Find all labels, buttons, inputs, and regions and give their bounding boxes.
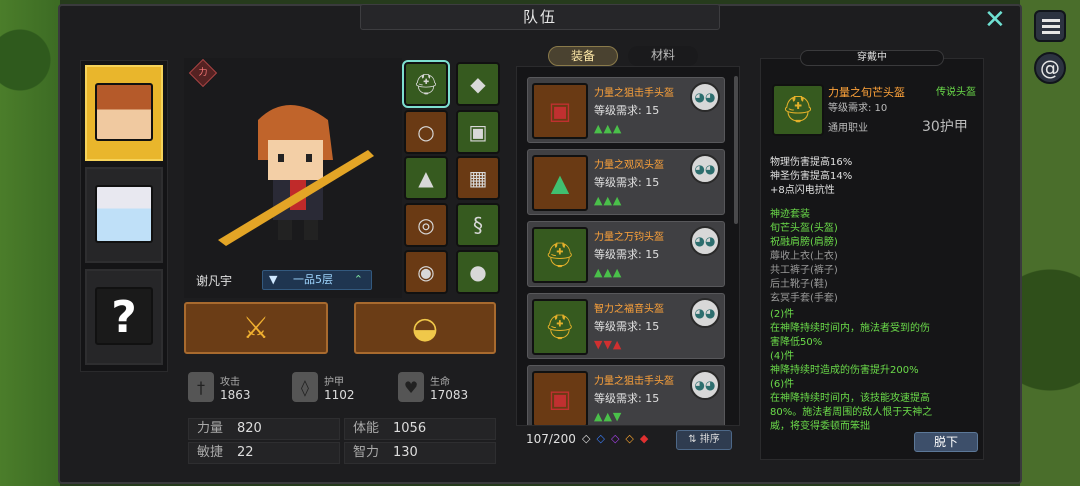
stat-defense: ◊ 护甲 1102 bbox=[292, 372, 355, 402]
rarity-filter[interactable]: ◇◇◇◇◆ bbox=[582, 432, 654, 445]
heart-icon: ♥ bbox=[398, 372, 424, 402]
rank-bar[interactable]: ▼ 一品5层 ⌃ bbox=[262, 270, 372, 290]
equipped-name: 力量之旬芒头盔 bbox=[828, 86, 905, 99]
attr-stamina: 体能 1056 bbox=[344, 418, 496, 440]
gem-white-icon: ◇ bbox=[582, 432, 597, 445]
slot-armor[interactable]: ▦ bbox=[456, 156, 500, 200]
inventory-capacity: 107/200 bbox=[526, 432, 576, 446]
compare-icon[interactable]: ◕◕ bbox=[690, 226, 720, 256]
offhand-slot-button[interactable]: ◒ bbox=[354, 302, 496, 354]
equipped-class: 通用职业 bbox=[828, 123, 868, 134]
rank-icon: ▼ bbox=[269, 273, 278, 286]
compare-icon[interactable]: ◕◕ bbox=[690, 370, 720, 400]
gem-blue-icon: ◇ bbox=[596, 432, 611, 445]
equipped-stats: 物理伤害提高16% 神圣伤害提高14% +8点闪电抗性 bbox=[770, 157, 853, 196]
set-bonus: (2)件 在神降持续时间内，施法者受到的伤 害降低50% (4)件 神降持续时造成的伤… bbox=[770, 309, 933, 432]
list-item[interactable]: ▣ 力量之狙击手头盔 等级需求: 15 ▲▲▼ ◕◕ bbox=[527, 365, 725, 425]
hamburger-menu-icon[interactable] bbox=[1034, 10, 1066, 42]
helmet-icon: ▣ bbox=[532, 371, 588, 425]
slot-chest[interactable]: ▣ bbox=[456, 110, 500, 154]
helmet-icon: ▲ bbox=[532, 155, 588, 211]
question-icon: ? bbox=[95, 287, 153, 345]
compare-icon[interactable]: ◕◕ bbox=[690, 154, 720, 184]
item-list[interactable]: ▣ 力量之狙击手头盔 等级需求: 15 ▲▲▲ ◕◕ ▲ 力量之观风头盔 等级需… bbox=[516, 66, 740, 426]
swirl-icon[interactable]: @ bbox=[1034, 52, 1066, 84]
slot-necklace[interactable]: ○ bbox=[404, 110, 448, 154]
hero-portrait-red-hair bbox=[95, 83, 153, 141]
tab-material[interactable]: 材料 bbox=[628, 46, 698, 66]
helmet-icon: ⛑ bbox=[532, 299, 588, 355]
equipped-req: 等级需求: 10 bbox=[828, 103, 888, 114]
slot-shoulder[interactable]: ◆ bbox=[456, 62, 500, 106]
helmet-icon: ⛑ bbox=[532, 227, 588, 283]
character-name: 谢凡宇 bbox=[196, 274, 233, 288]
list-item[interactable]: ▣ 力量之狙击手头盔 等级需求: 15 ▲▲▲ ◕◕ bbox=[527, 77, 725, 143]
hero-list: ? bbox=[80, 60, 168, 372]
chevron-up-icon: ⌃ bbox=[353, 273, 363, 286]
list-item[interactable]: ⛑ 力量之万钧头盔 等级需求: 15 ▲▲▲ ◕◕ bbox=[527, 221, 725, 287]
item-list-scrollbar[interactable] bbox=[734, 76, 738, 224]
helmet-icon: ▣ bbox=[532, 83, 588, 139]
rank-label: 一品5层 bbox=[293, 273, 333, 286]
hero-slot[interactable] bbox=[85, 167, 163, 263]
slot-boots[interactable]: ● bbox=[456, 250, 500, 294]
set-list: 神迹套装 旬芒头盔(头盔) 祝融肩膀(肩膀) 蓐收上衣(上衣) 共工裤子(裤子) … bbox=[770, 209, 838, 304]
weapon-slot-button[interactable]: ⚔ bbox=[184, 302, 328, 354]
stat-health: ♥ 生命 17083 bbox=[398, 372, 468, 402]
hero-portrait-white-hat bbox=[95, 185, 153, 243]
attr-agility: 敏捷 22 bbox=[188, 442, 340, 464]
equipped-type: 传说头盔 bbox=[936, 87, 976, 98]
shield-icon: ◊ bbox=[292, 372, 318, 402]
attr-strength: 力量 820 bbox=[188, 418, 340, 440]
hero-slot-selected[interactable] bbox=[85, 65, 163, 161]
slot-ring[interactable]: ◉ bbox=[404, 250, 448, 294]
hero-slot-locked[interactable]: ? bbox=[85, 269, 163, 365]
gem-orange-icon: ◇ bbox=[625, 432, 640, 445]
equipped-armor: 30护甲 bbox=[922, 119, 968, 135]
sword-stat-icon: † bbox=[188, 372, 214, 402]
bowl-icon: ◒ bbox=[411, 310, 439, 346]
list-item[interactable]: ⛑ 智力之福音头盔 等级需求: 15 ▼▼▲ ◕◕ bbox=[527, 293, 725, 359]
tab-equipment[interactable]: 装备 bbox=[548, 46, 618, 66]
close-icon[interactable]: ✕ bbox=[984, 7, 1006, 33]
list-item[interactable]: ▲ 力量之观风头盔 等级需求: 15 ▲▲▲ ◕◕ bbox=[527, 149, 725, 215]
slot-cape[interactable]: ▲ bbox=[404, 156, 448, 200]
compare-icon[interactable]: ◕◕ bbox=[690, 298, 720, 328]
gem-purple-icon: ◇ bbox=[610, 432, 626, 445]
window-title: 队伍 bbox=[360, 4, 720, 30]
unequip-button[interactable]: 脱下 bbox=[914, 432, 978, 452]
attr-intellect: 智力 130 bbox=[344, 442, 496, 464]
wearing-label: 穿戴中 bbox=[800, 50, 944, 66]
sort-icon: ⇅ bbox=[688, 434, 700, 445]
sort-button[interactable]: ⇅ 排序 bbox=[676, 430, 732, 450]
equipped-helmet-icon: ⛑ bbox=[772, 84, 824, 136]
gem-red-icon: ◆ bbox=[639, 432, 655, 445]
slot-pants[interactable]: § bbox=[456, 203, 500, 247]
character-sprite bbox=[218, 105, 374, 246]
slot-belt[interactable]: ◎ bbox=[404, 203, 448, 247]
sword-icon: ⚔ bbox=[242, 310, 270, 346]
slot-helmet[interactable]: ⛑ bbox=[402, 60, 450, 108]
stat-attack: † 攻击 1863 bbox=[188, 372, 251, 402]
compare-icon[interactable]: ◕◕ bbox=[690, 82, 720, 112]
